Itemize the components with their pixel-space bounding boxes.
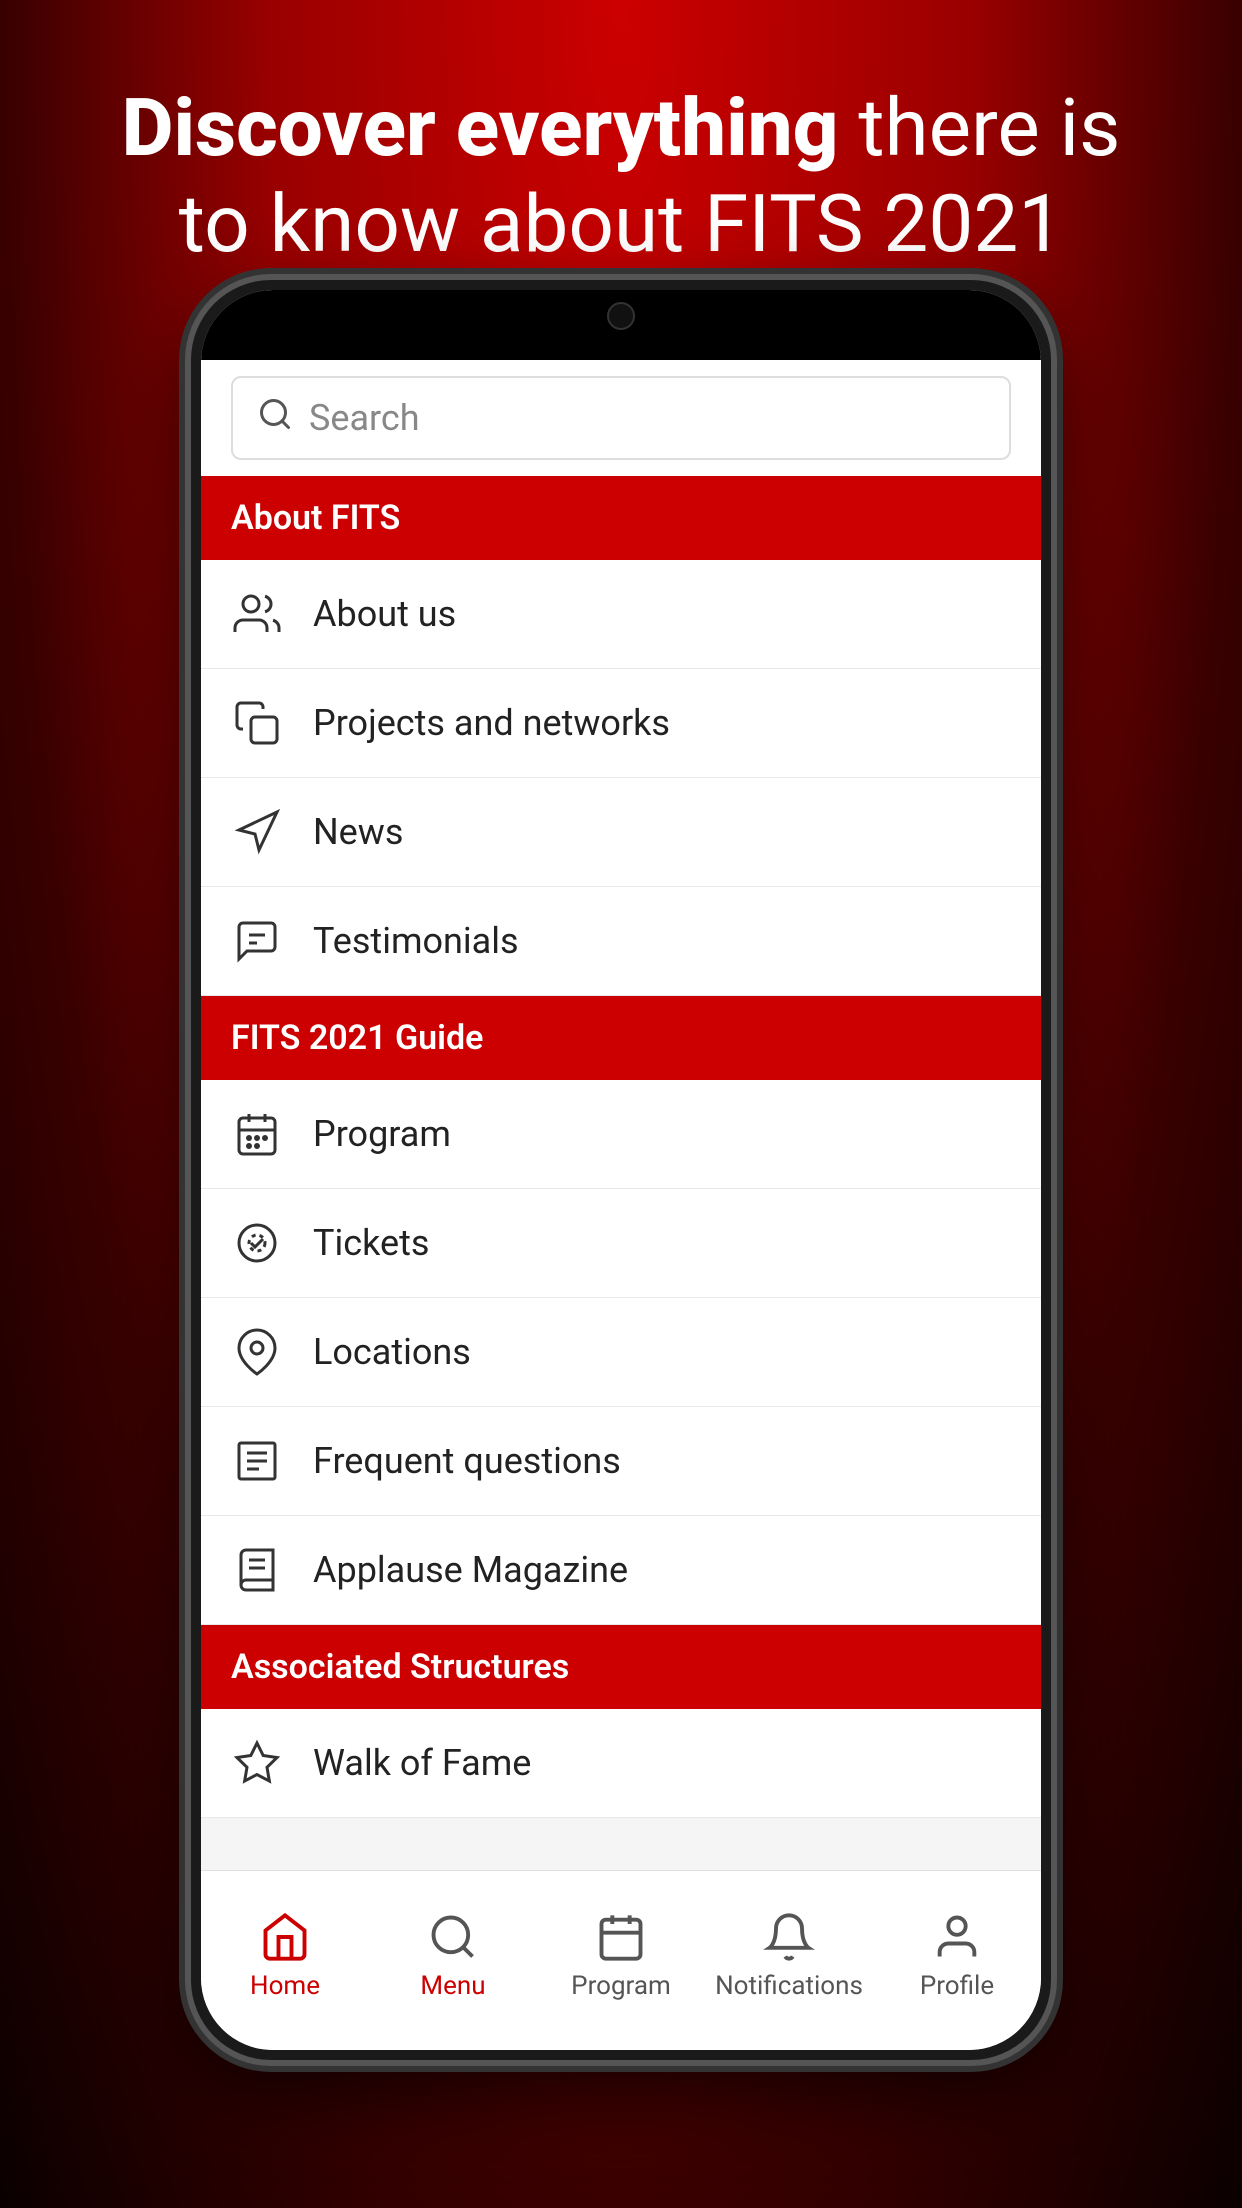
- hero-normal-text: there is: [839, 81, 1121, 175]
- navigation-icon: [231, 806, 283, 858]
- search-container: Search: [201, 360, 1041, 476]
- calendar-nav-icon: [595, 1911, 647, 1963]
- search-bar[interactable]: Search: [231, 376, 1011, 460]
- section-header-associated-structures: Associated Structures: [201, 1625, 1041, 1709]
- book-icon: [231, 1544, 283, 1596]
- bottom-navigation: Home Menu Program: [201, 1870, 1041, 2050]
- search-icon: [257, 396, 293, 440]
- nav-item-profile[interactable]: Profile: [873, 1911, 1041, 2001]
- locations-label: Locations: [313, 1331, 471, 1373]
- nav-program-label: Program: [571, 1971, 671, 2001]
- location-icon: [231, 1326, 283, 1378]
- menu-item-applause-magazine[interactable]: Applause Magazine: [201, 1516, 1041, 1625]
- menu-item-about-us[interactable]: About us: [201, 560, 1041, 669]
- nav-menu-label: Menu: [420, 1971, 485, 2001]
- menu-item-walk-of-fame[interactable]: Walk of Fame: [201, 1709, 1041, 1818]
- hero-line2: to know about FITS 2021: [179, 177, 1064, 271]
- document-copy-icon: [231, 697, 283, 749]
- menu-item-locations[interactable]: Locations: [201, 1298, 1041, 1407]
- news-label: News: [313, 811, 403, 853]
- applause-magazine-label: Applause Magazine: [313, 1549, 628, 1591]
- home-icon: [259, 1911, 311, 1963]
- list-text-icon: [231, 1435, 283, 1487]
- section-header-about-fits: About FITS: [201, 476, 1041, 560]
- menu-item-program[interactable]: Program: [201, 1080, 1041, 1189]
- menu-item-tickets[interactable]: Tickets: [201, 1189, 1041, 1298]
- menu-icon: [427, 1911, 479, 1963]
- nav-item-notifications[interactable]: Notifications: [705, 1911, 873, 2001]
- projects-networks-label: Projects and networks: [313, 702, 670, 744]
- search-placeholder: Search: [309, 397, 420, 439]
- hero-bold-text: Discover everything: [122, 81, 839, 175]
- bell-icon: [763, 1911, 815, 1963]
- nav-item-menu[interactable]: Menu: [369, 1911, 537, 2001]
- phone-camera: [607, 302, 635, 330]
- nav-notifications-label: Notifications: [715, 1971, 863, 2001]
- testimonials-label: Testimonials: [313, 920, 519, 962]
- ticket-icon: [231, 1217, 283, 1269]
- hero-section: Discover everything there is to know abo…: [0, 0, 1242, 312]
- people-icon: [231, 588, 283, 640]
- walk-of-fame-label: Walk of Fame: [313, 1742, 531, 1784]
- about-us-label: About us: [313, 593, 456, 635]
- phone-frame: Search About FITS About us: [191, 280, 1051, 2060]
- frequent-questions-label: Frequent questions: [313, 1440, 621, 1482]
- phone-screen: Search About FITS About us: [201, 290, 1041, 2050]
- tickets-label: Tickets: [313, 1222, 429, 1264]
- menu-item-news[interactable]: News: [201, 778, 1041, 887]
- chat-icon: [231, 915, 283, 967]
- program-label: Program: [313, 1113, 451, 1155]
- menu-item-projects-networks[interactable]: Projects and networks: [201, 669, 1041, 778]
- menu-list: About FITS About us: [201, 476, 1041, 1870]
- calendar-icon: [231, 1108, 283, 1160]
- nav-item-program[interactable]: Program: [537, 1911, 705, 2001]
- nav-item-home[interactable]: Home: [201, 1911, 369, 2001]
- nav-home-label: Home: [250, 1971, 320, 2001]
- person-icon: [931, 1911, 983, 1963]
- menu-item-frequent-questions[interactable]: Frequent questions: [201, 1407, 1041, 1516]
- section-header-fits-guide: FITS 2021 Guide: [201, 996, 1041, 1080]
- nav-profile-label: Profile: [920, 1971, 994, 2001]
- menu-item-testimonials[interactable]: Testimonials: [201, 887, 1041, 996]
- star-icon: [231, 1737, 283, 1789]
